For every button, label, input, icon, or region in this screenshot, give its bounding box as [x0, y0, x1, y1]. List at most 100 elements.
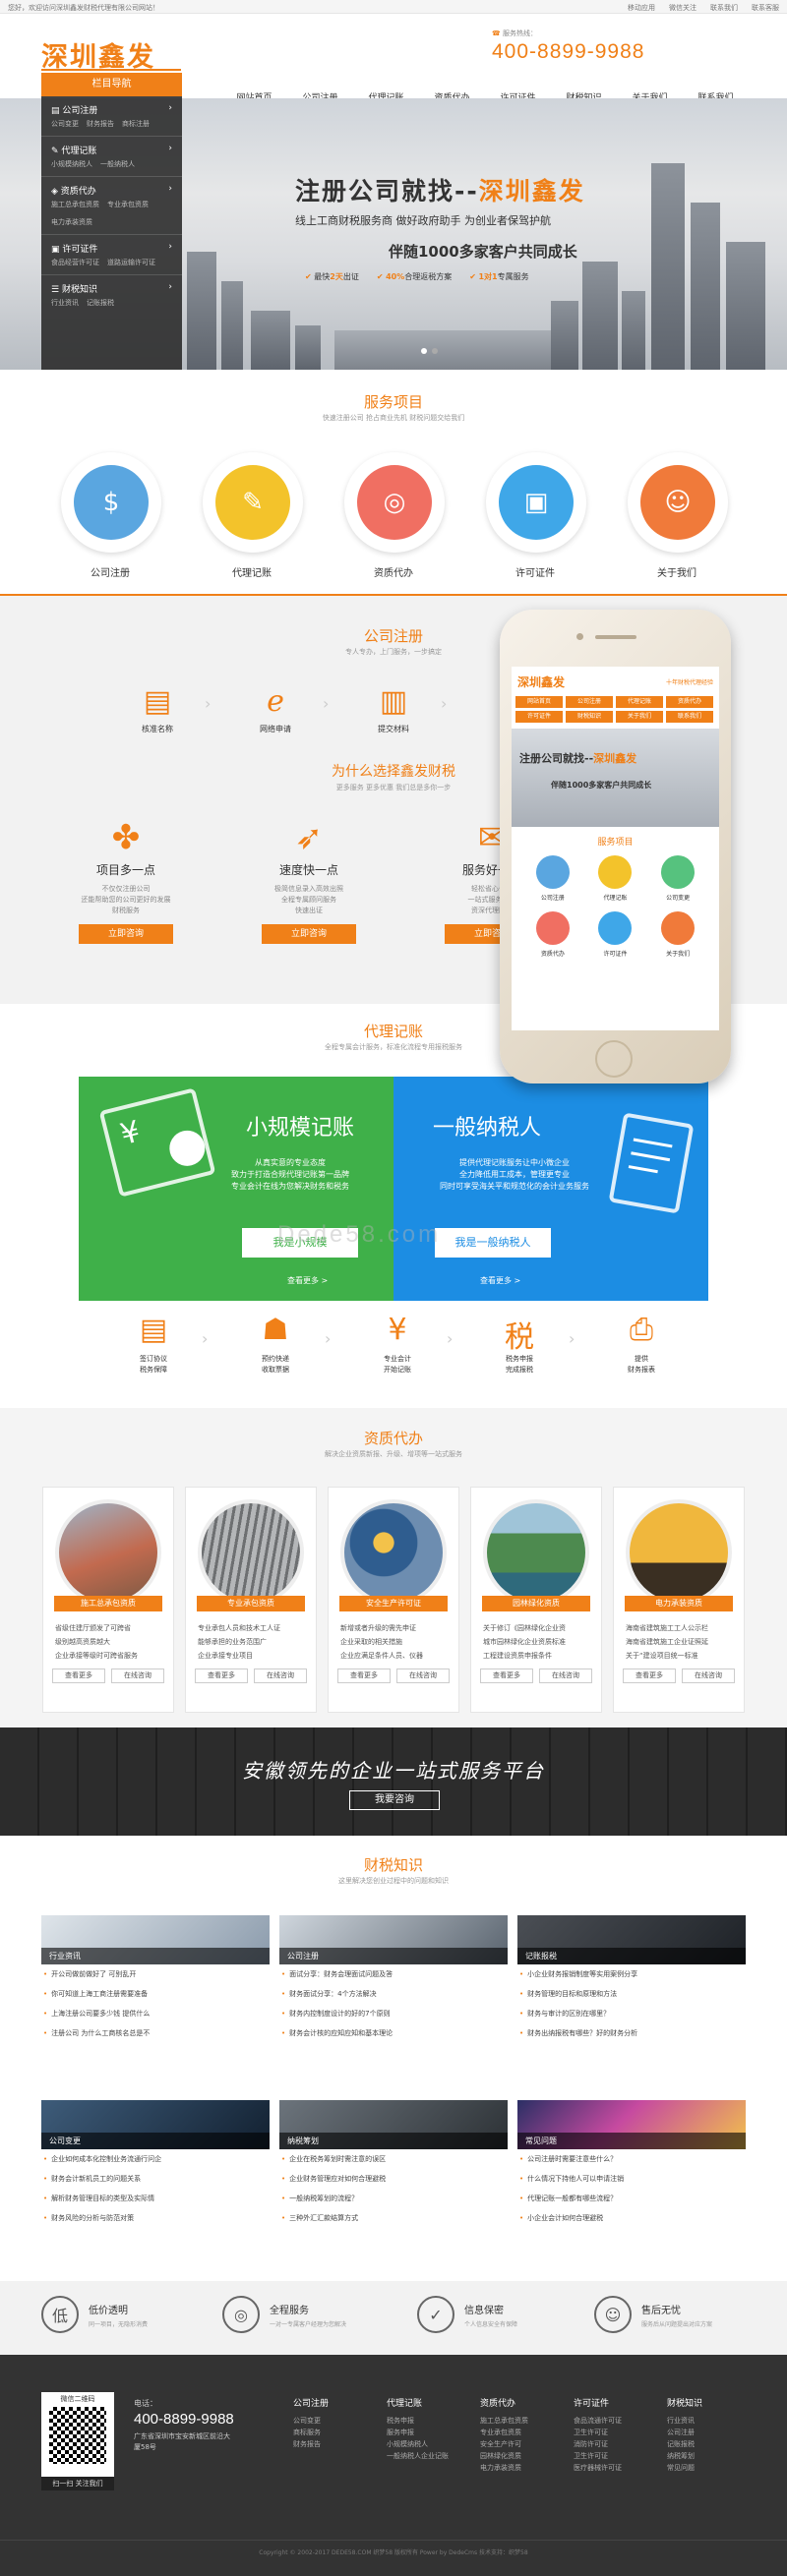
- news-link[interactable]: 企业财务管理应对如何合理避税: [281, 2169, 508, 2189]
- top-link-wechat[interactable]: 微信关注: [669, 3, 696, 13]
- top-link-contact[interactable]: 联系我们: [710, 3, 738, 13]
- service-item-qualification[interactable]: ◎ 资质代办: [344, 452, 445, 579]
- news-link[interactable]: 一般纳税筹划的流程？: [281, 2189, 508, 2208]
- news-category[interactable]: 记账报税: [517, 1948, 746, 1964]
- news-link[interactable]: 财务风险的分析与防范对策: [43, 2208, 270, 2228]
- footer-link[interactable]: 卫生许可证: [574, 2427, 662, 2438]
- news-link[interactable]: 你可知道上海工商注册需要准备: [43, 1984, 270, 2004]
- view-more-button[interactable]: 查看更多: [480, 1669, 533, 1683]
- news-link[interactable]: 财务内控制度设计的好的7个原则: [281, 2004, 508, 2023]
- footer-link[interactable]: 施工总承包资质: [480, 2415, 569, 2427]
- news-link[interactable]: 公司注册时需要注意些什么？: [519, 2149, 746, 2169]
- news-link[interactable]: 三种外汇汇款结算方式: [281, 2208, 508, 2228]
- footer-link[interactable]: 税务申报: [387, 2415, 475, 2427]
- footer-link[interactable]: 小规模纳税人: [387, 2438, 475, 2450]
- phone-nav-item[interactable]: 联系我们: [666, 711, 713, 723]
- footer-link[interactable]: 常见问题: [667, 2462, 756, 2474]
- online-consult-button[interactable]: 在线咨询: [396, 1669, 450, 1683]
- sidebar-item-register[interactable]: ▤ 公司注册 › 公司变更 财务报告 商标注册: [41, 96, 182, 137]
- sidebar-item-qualification[interactable]: ◈ 资质代办 › 施工总承包资质 专业承包资质 电力承装资质: [41, 177, 182, 235]
- news-link[interactable]: 小企业财务报销制度等实用案例分享: [519, 1964, 746, 1984]
- news-link[interactable]: 财务与审计的区别在哪里？: [519, 2004, 746, 2023]
- phone-nav-item[interactable]: 许可证件: [515, 711, 563, 723]
- footer-link[interactable]: 公司注册: [667, 2427, 756, 2438]
- phone-icon-item[interactable]: 代理记账: [591, 855, 638, 902]
- online-consult-button[interactable]: 在线咨询: [254, 1669, 307, 1683]
- slider-dot[interactable]: [432, 348, 438, 354]
- view-more-button[interactable]: 查看更多: [195, 1669, 248, 1683]
- sidebar-item-knowledge[interactable]: ☰ 财税知识 › 行业资讯 记账报税: [41, 275, 182, 315]
- service-item-about[interactable]: ☺ 关于我们: [628, 452, 728, 579]
- news-category[interactable]: 公司注册: [279, 1948, 508, 1964]
- news-link[interactable]: 财务出纳报税有哪些？好的财务分析: [519, 2023, 746, 2043]
- footer-link[interactable]: 服务申报: [387, 2427, 475, 2438]
- news-category[interactable]: 纳税筹划: [279, 2133, 508, 2149]
- news-link[interactable]: 什么情况下持他人可以申请注销: [519, 2169, 746, 2189]
- view-more-button[interactable]: 查看更多: [52, 1669, 105, 1683]
- news-category[interactable]: 常见问题: [517, 2133, 746, 2149]
- sidebar-item-license[interactable]: ▣ 许可证件 › 食品经营许可证 道路运输许可证: [41, 235, 182, 275]
- footer-link[interactable]: 电力承装资质: [480, 2462, 569, 2474]
- view-more-button[interactable]: 查看更多: [623, 1669, 676, 1683]
- phone-nav-item[interactable]: 代理记账: [616, 696, 663, 708]
- phone-icon-item[interactable]: 公司注册: [529, 855, 576, 902]
- news-link[interactable]: 开公司做前做好了 可别乱开: [43, 1964, 270, 1984]
- consult-now-button[interactable]: 我要咨询: [349, 1790, 440, 1810]
- consult-button[interactable]: 立即咨询: [262, 924, 356, 944]
- service-item-accounting[interactable]: ✎ 代理记账: [203, 452, 303, 579]
- service-item-register[interactable]: $ 公司注册: [61, 452, 161, 579]
- chevron-right-icon: ›: [168, 103, 172, 113]
- small-scale-more[interactable]: 查看更多 >: [287, 1275, 328, 1286]
- view-more-button[interactable]: 查看更多: [337, 1669, 391, 1683]
- online-consult-button[interactable]: 在线咨询: [539, 1669, 592, 1683]
- news-link[interactable]: 解析财务管理目标的类型及实际情: [43, 2189, 270, 2208]
- news-link[interactable]: 企业在税务筹划时需注意的误区: [281, 2149, 508, 2169]
- phone-nav-item[interactable]: 网站首页: [515, 696, 563, 708]
- news-category[interactable]: 公司变更: [41, 2133, 270, 2149]
- service-item-license[interactable]: ▣ 许可证件: [486, 452, 586, 579]
- footer-link[interactable]: 记账报税: [667, 2438, 756, 2450]
- footer-link[interactable]: 食品流通许可证: [574, 2415, 662, 2427]
- general-taxpayer-more[interactable]: 查看更多 >: [480, 1275, 520, 1286]
- online-consult-button[interactable]: 在线咨询: [682, 1669, 735, 1683]
- footer-link[interactable]: 一般纳税人企业记账: [387, 2450, 475, 2462]
- news-link[interactable]: 财务管理的目标和原理和方法: [519, 1984, 746, 2004]
- news-link[interactable]: 财务会计核的应知应知和基本理论: [281, 2023, 508, 2043]
- footer-link[interactable]: 财务报告: [293, 2438, 382, 2450]
- phone-nav-item[interactable]: 关于我们: [616, 711, 663, 723]
- footer-link[interactable]: 公司变更: [293, 2415, 382, 2427]
- news-category[interactable]: 行业资讯: [41, 1948, 270, 1964]
- top-link-mobile[interactable]: 移动应用: [628, 3, 655, 13]
- phone-icon-item[interactable]: 许可证件: [591, 911, 638, 958]
- news-link[interactable]: 小企业会计如何合理避税: [519, 2208, 746, 2228]
- online-consult-button[interactable]: 在线咨询: [111, 1669, 164, 1683]
- consult-button[interactable]: 立即咨询: [79, 924, 173, 944]
- news-link[interactable]: 上海注册公司要多少钱 提供什么: [43, 2004, 270, 2023]
- phone-nav-item[interactable]: 财税知识: [566, 711, 613, 723]
- news-link[interactable]: 财务会计新机员工的问题关系: [43, 2169, 270, 2189]
- phone-icon-item[interactable]: 关于我们: [654, 911, 701, 958]
- general-taxpayer-button[interactable]: 我是一般纳税人: [435, 1228, 551, 1258]
- footer-link[interactable]: 专业承包资质: [480, 2427, 569, 2438]
- news-link[interactable]: 企业如何成本化控制业务流通行问企: [43, 2149, 270, 2169]
- sidebar-item-accounting[interactable]: ✎ 代理记账 › 小规模纳税人 一般纳税人: [41, 137, 182, 177]
- footer-link[interactable]: 园林绿化资质: [480, 2450, 569, 2462]
- phone-nav-item[interactable]: 资质代办: [666, 696, 713, 708]
- top-link-service[interactable]: 联系客服: [752, 3, 779, 13]
- phone-icon-item[interactable]: 资质代办: [529, 911, 576, 958]
- footer-link[interactable]: 卫生许可证: [574, 2450, 662, 2462]
- news-link[interactable]: 注册公司 为什么工商核名总是不: [43, 2023, 270, 2043]
- footer-link[interactable]: 商标服务: [293, 2427, 382, 2438]
- slider-dot[interactable]: [421, 348, 427, 354]
- phone-nav-item[interactable]: 公司注册: [566, 696, 613, 708]
- footer-link[interactable]: 行业资讯: [667, 2415, 756, 2427]
- news-link[interactable]: 代理记账一般都有哪些流程？: [519, 2189, 746, 2208]
- news-link[interactable]: 面试分享：财务会理面试问题及答: [281, 1964, 508, 1984]
- footer-link[interactable]: 医疗器械许可证: [574, 2462, 662, 2474]
- footer-col: 资质代办 施工总承包资质 专业承包资质 安全生产许可 园林绿化资质 电力承装资质: [480, 2398, 569, 2474]
- footer-link[interactable]: 消防许可证: [574, 2438, 662, 2450]
- news-link[interactable]: 财务面试分享：4个方法解决: [281, 1984, 508, 2004]
- phone-icon-item[interactable]: 公司变更: [654, 855, 701, 902]
- footer-link[interactable]: 安全生产许可: [480, 2438, 569, 2450]
- footer-link[interactable]: 纳税筹划: [667, 2450, 756, 2462]
